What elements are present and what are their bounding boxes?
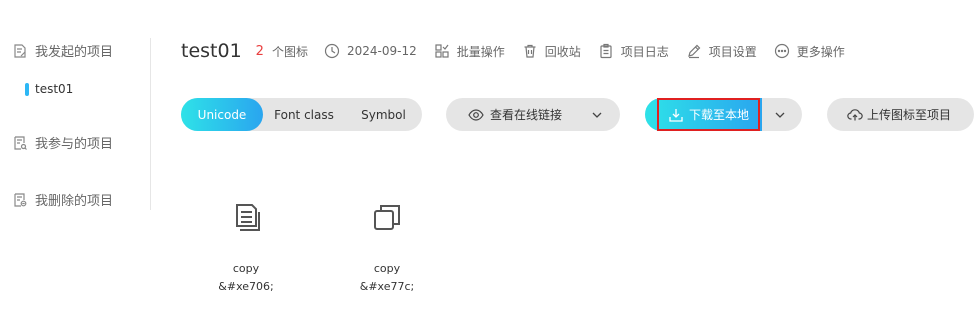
project-title: test01: [181, 40, 242, 62]
icon-card[interactable]: copy &#xe77c;: [327, 196, 447, 293]
sidebar-subitem-label: test01: [35, 82, 74, 96]
more-ops-label: 更多操作: [796, 44, 845, 59]
project-settings-label: 项目设置: [708, 44, 757, 59]
download-split-button: 下载至本地: [645, 98, 802, 131]
icon-name: copy: [232, 262, 260, 275]
icon-code: &#xe706;: [218, 280, 274, 293]
more-icon: [774, 43, 789, 59]
doc-search-icon: [14, 135, 27, 150]
pencil-icon: [687, 44, 701, 59]
project-log-label: 项目日志: [620, 44, 669, 59]
batch-ops-button[interactable]: 批量操作: [434, 43, 505, 60]
edit-doc-icon: [14, 43, 26, 58]
icon-code: &#xe77c;: [359, 280, 415, 293]
sidebar-item-label: 我参与的项目: [35, 137, 114, 152]
sidebar-item-label: 我删除的项目: [35, 194, 114, 209]
sidebar-divider: [150, 38, 151, 210]
doc-delete-icon: [14, 192, 27, 207]
tab-font-class[interactable]: Font class: [263, 98, 345, 131]
active-indicator: [25, 82, 29, 96]
icon-count: 2: [255, 43, 264, 59]
sidebar-item-label: 我发起的项目: [35, 45, 114, 60]
cloud-upload-icon: [847, 108, 863, 120]
tab-symbol[interactable]: Symbol: [345, 98, 422, 131]
download-local-button[interactable]: 下载至本地: [657, 98, 760, 131]
grid-check-icon: [435, 44, 449, 58]
view-online-link-label: 查看在线链接: [490, 108, 563, 122]
copy-doc-icon: [236, 204, 260, 231]
eye-icon: [468, 108, 484, 121]
icon-count-label: 个图标: [271, 44, 308, 59]
created-date-text: 2024-09-12: [346, 44, 417, 58]
icon-card[interactable]: copy &#xe706;: [186, 196, 306, 293]
sidebar-item-deleted-projects[interactable]: 我删除的项目: [12, 190, 113, 209]
icon-name: copy: [373, 262, 401, 275]
tab-unicode[interactable]: Unicode: [181, 98, 263, 131]
project-header: test01 2 个图标 2024-09-12 批量操作 回收站 项目日志 项目…: [181, 36, 862, 66]
created-date: 2024-09-12: [324, 43, 417, 59]
format-tabs: Unicode Font class Symbol: [181, 98, 422, 131]
clock-icon: [324, 43, 340, 59]
upload-to-project-label: 上传图标至项目: [867, 108, 952, 122]
chevron-down-icon: [592, 112, 602, 118]
chevron-down-icon[interactable]: [772, 107, 788, 123]
more-ops-button[interactable]: 更多操作: [774, 43, 845, 60]
view-online-link-dropdown[interactable]: 查看在线链接: [446, 98, 620, 131]
copy-icon: [374, 205, 400, 230]
download-icon: [669, 108, 683, 122]
project-log-button[interactable]: 项目日志: [598, 43, 669, 60]
sidebar-subitem-test01[interactable]: test01: [25, 82, 73, 96]
project-settings-button[interactable]: 项目设置: [686, 43, 757, 60]
sidebar-item-initiated-projects[interactable]: 我发起的项目: [12, 41, 113, 60]
recycle-bin-label: 回收站: [544, 44, 581, 59]
sidebar-item-joined-projects[interactable]: 我参与的项目: [12, 133, 113, 152]
sidebar: 我发起的项目 test01 我参与的项目 我删除的项目: [0, 0, 150, 317]
batch-ops-label: 批量操作: [456, 44, 505, 59]
clipboard-icon: [600, 43, 612, 59]
download-local-label: 下载至本地: [688, 108, 749, 122]
trash-icon: [524, 44, 536, 58]
recycle-bin-button[interactable]: 回收站: [522, 43, 581, 60]
upload-to-project-button[interactable]: 上传图标至项目: [827, 98, 974, 131]
